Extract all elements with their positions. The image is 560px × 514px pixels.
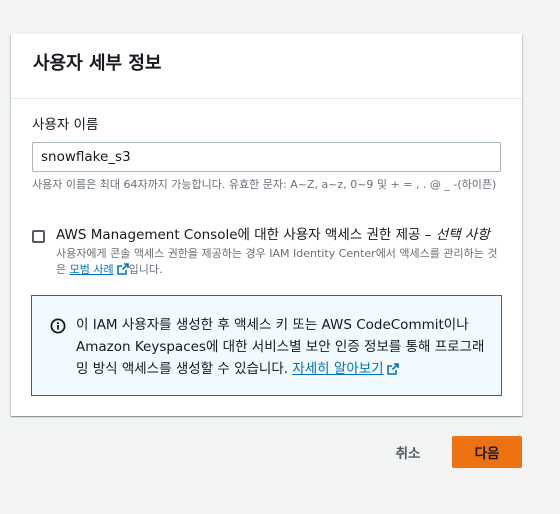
optional-label: 선택 사항 bbox=[435, 227, 490, 243]
username-label: 사용자 이름 bbox=[32, 117, 99, 133]
cancel-button[interactable]: 취소 bbox=[378, 437, 438, 467]
info-alert: 이 IAM 사용자를 생성한 후 액세스 키 또는 AWS CodeCommit… bbox=[31, 295, 502, 396]
external-link-icon[interactable] bbox=[386, 363, 399, 375]
username-input[interactable] bbox=[32, 142, 501, 172]
console-access-checkbox[interactable] bbox=[32, 230, 45, 243]
console-access-description: 사용자에게 콘솔 액세스 권한을 제공하는 경우 IAM Identity Ce… bbox=[56, 246, 506, 278]
best-practice-link[interactable]: 모범 사례 bbox=[70, 263, 114, 276]
username-hint: 사용자 이름은 최대 64자까지 가능합니다. 유효한 문자: A~Z, a~z… bbox=[32, 178, 497, 191]
info-text: 이 IAM 사용자를 생성한 후 액세스 키 또는 AWS CodeCommit… bbox=[76, 314, 496, 380]
console-access-desc-suffix: 입니다. bbox=[128, 263, 163, 276]
learn-more-link[interactable]: 자세히 알아보기 bbox=[292, 361, 383, 377]
panel-header: 사용자 세부 정보 bbox=[11, 34, 522, 99]
info-message: 이 IAM 사용자를 생성한 후 액세스 키 또는 AWS CodeCommit… bbox=[76, 317, 485, 377]
user-details-panel: 사용자 세부 정보 사용자 이름 사용자 이름은 최대 64자까지 가능합니다.… bbox=[11, 34, 522, 416]
external-link-icon[interactable] bbox=[116, 263, 129, 275]
panel-title: 사용자 세부 정보 bbox=[33, 53, 162, 74]
console-access-label[interactable]: AWS Management Console에 대한 사용자 액세스 권한 제공… bbox=[56, 226, 516, 244]
next-button[interactable]: 다음 bbox=[452, 436, 522, 468]
info-icon bbox=[50, 318, 66, 334]
console-access-label-text: AWS Management Console에 대한 사용자 액세스 권한 제공… bbox=[56, 227, 436, 243]
